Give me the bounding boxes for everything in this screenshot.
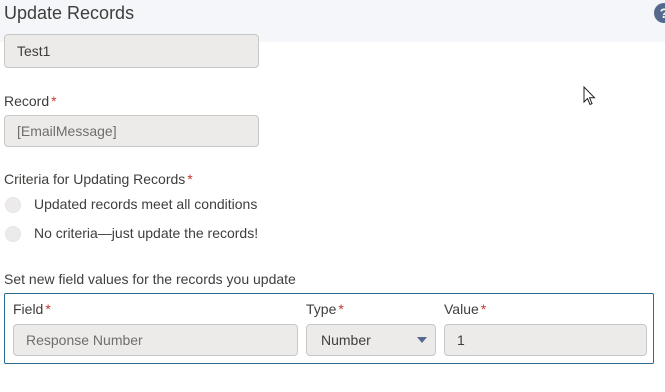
required-marker: * (45, 301, 51, 317)
field-column-label-text: Field (13, 301, 44, 317)
field-column-label: Field * (13, 301, 51, 317)
radio-no-criteria-label[interactable]: No criteria—just update the records! (34, 225, 258, 241)
required-marker: * (51, 93, 57, 109)
record-label: Record * (4, 93, 57, 109)
value-column-label: Value * (444, 301, 486, 317)
value-column-label-text: Value (444, 301, 479, 317)
record-field[interactable]: [EmailMessage] (4, 115, 259, 147)
value-input[interactable]: 1 (444, 324, 647, 356)
type-select-value: Number (321, 332, 371, 348)
dialog-title: Update Records (4, 3, 135, 23)
field-name-input[interactable]: Response Number (13, 324, 298, 356)
field-values-group: Field * Type * Value * Response Number Numb… (4, 293, 654, 364)
record-label-text: Record (4, 93, 50, 109)
field-values-label: Set new field values for the records you… (4, 271, 296, 287)
radio-no-criteria[interactable] (5, 226, 21, 242)
type-select[interactable]: Number (306, 324, 436, 356)
type-column-label-text: Type (306, 301, 337, 317)
radio-all-conditions-label[interactable]: Updated records meet all conditions (34, 196, 257, 212)
record-field-value: [EmailMessage] (17, 123, 117, 139)
value-input-value: 1 (457, 332, 465, 348)
required-marker: * (187, 171, 193, 187)
required-marker: * (480, 301, 487, 317)
name-field-value: Test1 (17, 43, 51, 59)
radio-all-conditions[interactable] (5, 197, 21, 213)
criteria-label: Criteria for Updating Records * (4, 171, 193, 187)
caret-down-icon (417, 337, 427, 343)
criteria-label-text: Criteria for Updating Records (4, 171, 186, 187)
type-column-label: Type * (306, 301, 344, 317)
field-name-value: Response Number (26, 332, 143, 348)
mouse-pointer-icon (583, 86, 596, 106)
dialog-body: Test1 Record * [EmailMessage] Criteria fo… (0, 34, 665, 392)
required-marker: * (338, 301, 344, 317)
question-circle-icon[interactable]: ? (654, 3, 665, 23)
name-field[interactable]: Test1 (4, 34, 259, 68)
